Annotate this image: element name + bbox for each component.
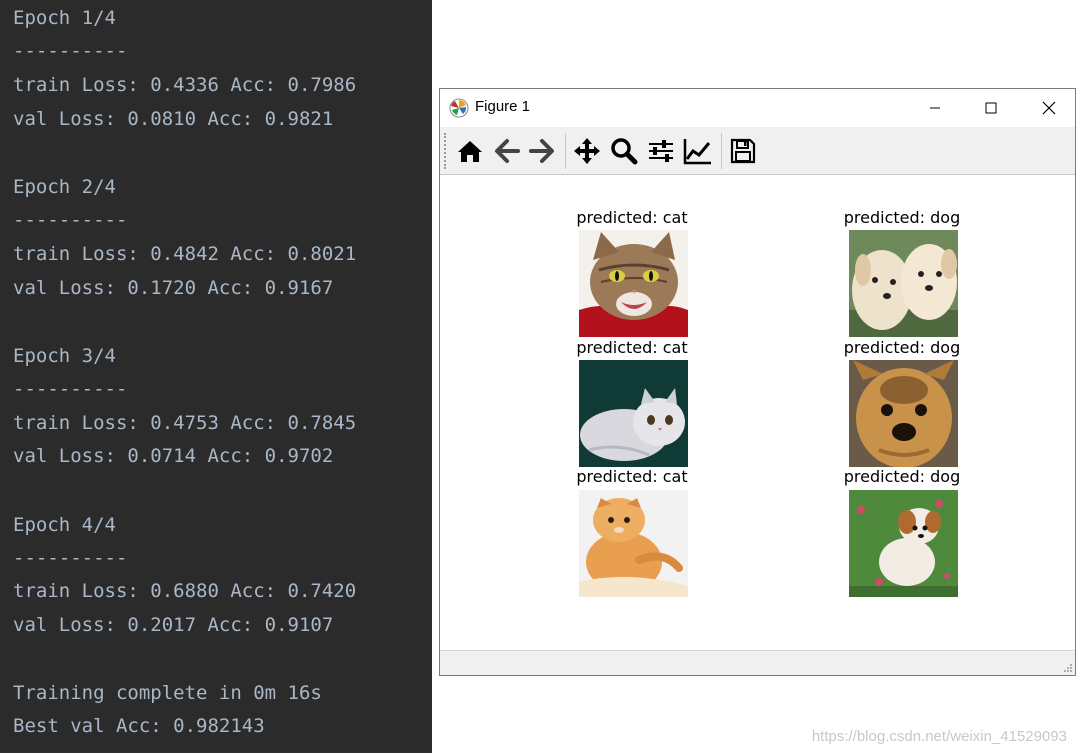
console-line: Epoch 2/4 xyxy=(13,176,116,198)
cat-image xyxy=(579,360,688,467)
toolbar-grip[interactable] xyxy=(444,133,448,169)
console-line: train Loss: 0.4336 Acc: 0.7986 xyxy=(13,74,357,96)
back-arrow-icon xyxy=(495,139,520,163)
console-line: train Loss: 0.4842 Acc: 0.8021 xyxy=(13,243,357,265)
console-line: Training complete in 0m 16s xyxy=(13,682,322,704)
console-line: Epoch 4/4 xyxy=(13,514,116,536)
prediction-title: predicted: dog xyxy=(843,467,961,486)
console-line: Epoch 1/4 xyxy=(13,7,116,29)
edit-axis-icon xyxy=(683,139,711,165)
minimize-button[interactable] xyxy=(912,89,958,127)
minimize-icon xyxy=(930,107,940,109)
title-bar[interactable]: Figure 1 xyxy=(440,89,1075,127)
matplotlib-logo-icon xyxy=(449,98,469,118)
save-icon xyxy=(730,138,756,164)
save-button[interactable] xyxy=(727,135,759,167)
pan-icon xyxy=(574,138,600,164)
prediction-title: predicted: cat xyxy=(576,467,688,486)
watermark-text: https://blog.csdn.net/weixin_41529093 xyxy=(811,728,1067,745)
navigation-toolbar xyxy=(440,127,1075,175)
home-icon xyxy=(458,141,482,162)
console-line: val Loss: 0.2017 Acc: 0.9107 xyxy=(13,614,334,636)
console-line: ---------- xyxy=(13,209,128,231)
resize-grip-icon[interactable] xyxy=(1063,663,1073,673)
toolbar-separator xyxy=(721,133,722,169)
console-line: ---------- xyxy=(13,547,128,569)
subplots-icon xyxy=(649,140,673,162)
close-icon xyxy=(1042,101,1056,115)
status-bar xyxy=(440,650,1075,675)
maximize-button[interactable] xyxy=(968,89,1014,127)
cat-image xyxy=(579,230,688,337)
console-line: val Loss: 0.0810 Acc: 0.9821 xyxy=(13,108,334,130)
zoom-icon xyxy=(611,138,638,165)
forward-arrow-icon xyxy=(529,139,554,163)
console-line: train Loss: 0.4753 Acc: 0.7845 xyxy=(13,412,357,434)
pan-button[interactable] xyxy=(571,135,603,167)
figure-canvas[interactable]: predicted: cat predicted: dog predicted:… xyxy=(440,175,1075,652)
console-line: ---------- xyxy=(13,40,128,62)
cat-image xyxy=(579,490,688,597)
dog-image xyxy=(849,230,958,337)
zoom-button[interactable] xyxy=(608,135,640,167)
subplots-button[interactable] xyxy=(645,135,677,167)
console-line: Best val Acc: 0.982143 xyxy=(13,715,265,737)
console-line: ---------- xyxy=(13,378,128,400)
forward-button[interactable] xyxy=(526,135,558,167)
toolbar-separator xyxy=(565,133,566,169)
maximize-icon xyxy=(985,102,997,114)
figure-window: Figure 1 predicted: cat predicted: dog p… xyxy=(439,88,1076,676)
console-line: train Loss: 0.6880 Acc: 0.7420 xyxy=(13,580,357,602)
console-line: val Loss: 0.1720 Acc: 0.9167 xyxy=(13,277,334,299)
console-output: Epoch 1/4 ---------- train Loss: 0.4336 … xyxy=(0,0,432,753)
prediction-title: predicted: cat xyxy=(576,208,688,227)
console-line: Epoch 3/4 xyxy=(13,345,116,367)
dog-image xyxy=(849,490,958,597)
edit-axis-button[interactable] xyxy=(682,135,714,167)
back-button[interactable] xyxy=(491,135,523,167)
prediction-title: predicted: dog xyxy=(843,208,961,227)
prediction-title: predicted: cat xyxy=(576,338,688,357)
prediction-title: predicted: dog xyxy=(843,338,961,357)
dog-image xyxy=(849,360,958,467)
close-button[interactable] xyxy=(1026,89,1072,127)
console-line: val Loss: 0.0714 Acc: 0.9702 xyxy=(13,445,334,467)
home-button[interactable] xyxy=(454,135,486,167)
window-title: Figure 1 xyxy=(475,98,531,115)
